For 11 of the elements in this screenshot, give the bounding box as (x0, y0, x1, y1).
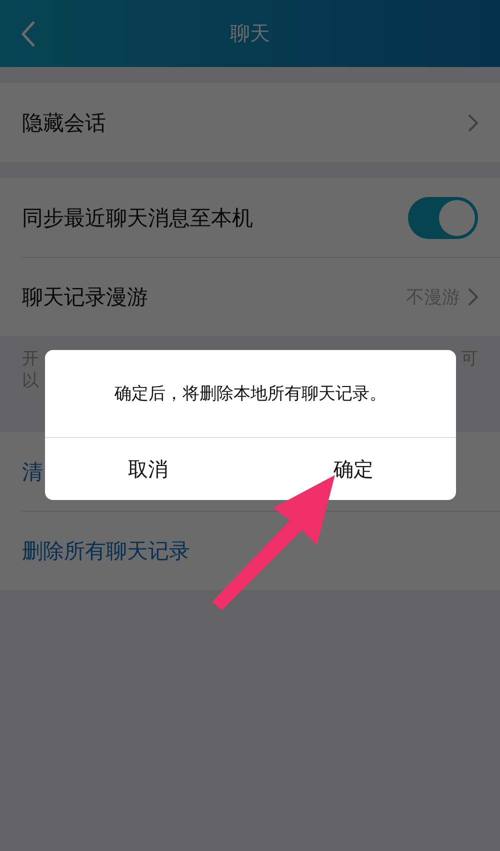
chevron-icon (468, 288, 478, 306)
toggle-switch[interactable] (408, 196, 478, 238)
chevron-icon (468, 114, 478, 132)
back-icon[interactable] (20, 20, 36, 48)
setting-label: 同步最近聊天消息至本机 (22, 204, 254, 232)
setting-label: 隐藏会话 (22, 110, 107, 136)
page-title: 聊天 (230, 20, 270, 47)
setting-label: 聊天记录漫游 (22, 284, 149, 310)
dialog-button[interactable]: 取消 (45, 438, 250, 500)
dialog-button[interactable]: 确定 (250, 438, 456, 500)
dialog-message: 确定后，将删除本地所有聊天记录。 (114, 383, 386, 405)
